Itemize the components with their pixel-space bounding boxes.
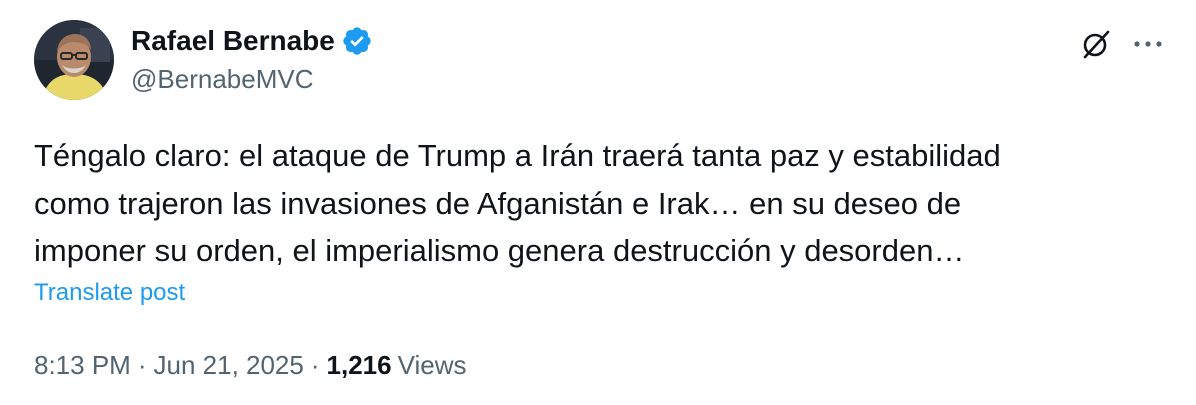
grok-button[interactable] bbox=[1078, 26, 1114, 62]
meta-separator: · bbox=[137, 350, 147, 380]
slashed-circle-icon bbox=[1083, 30, 1110, 59]
tweet-date[interactable]: Jun 21, 2025 bbox=[154, 350, 304, 381]
user-name-row: Rafael Bernabe bbox=[131, 23, 373, 59]
avatar[interactable] bbox=[34, 20, 114, 100]
tweet-text-line: como trajeron las invasiones de Afganist… bbox=[34, 185, 962, 221]
meta-separator: · bbox=[310, 350, 320, 380]
views-count: 1,216 bbox=[326, 350, 392, 380]
tweet: Rafael Bernabe @BernabeMVC Téngalo claro… bbox=[0, 0, 1196, 405]
user-handle[interactable]: @BernabeMVC bbox=[131, 64, 313, 95]
views-label: Views bbox=[397, 350, 467, 380]
more-horizontal-icon bbox=[1134, 41, 1162, 47]
tweet-text-line: Téngalo claro: el ataque de Trump a Irán… bbox=[34, 138, 1001, 173]
tweet-time[interactable]: 8:13 PM bbox=[34, 350, 131, 381]
avatar-image bbox=[34, 20, 114, 100]
translate-post-link[interactable]: Translate post bbox=[34, 279, 185, 307]
display-name[interactable]: Rafael Bernabe bbox=[131, 25, 335, 57]
more-options-button[interactable] bbox=[1128, 28, 1168, 60]
tweet-text-line: imponer su orden, el imperialismo genera… bbox=[34, 233, 965, 268]
tweet-text: Téngalo claro: el ataque de Trump a Irán… bbox=[34, 132, 1154, 275]
verified-badge-icon[interactable] bbox=[341, 25, 373, 57]
tweet-metadata: 8:13 PM · Jun 21, 2025 · 1,216 Views bbox=[34, 350, 467, 381]
